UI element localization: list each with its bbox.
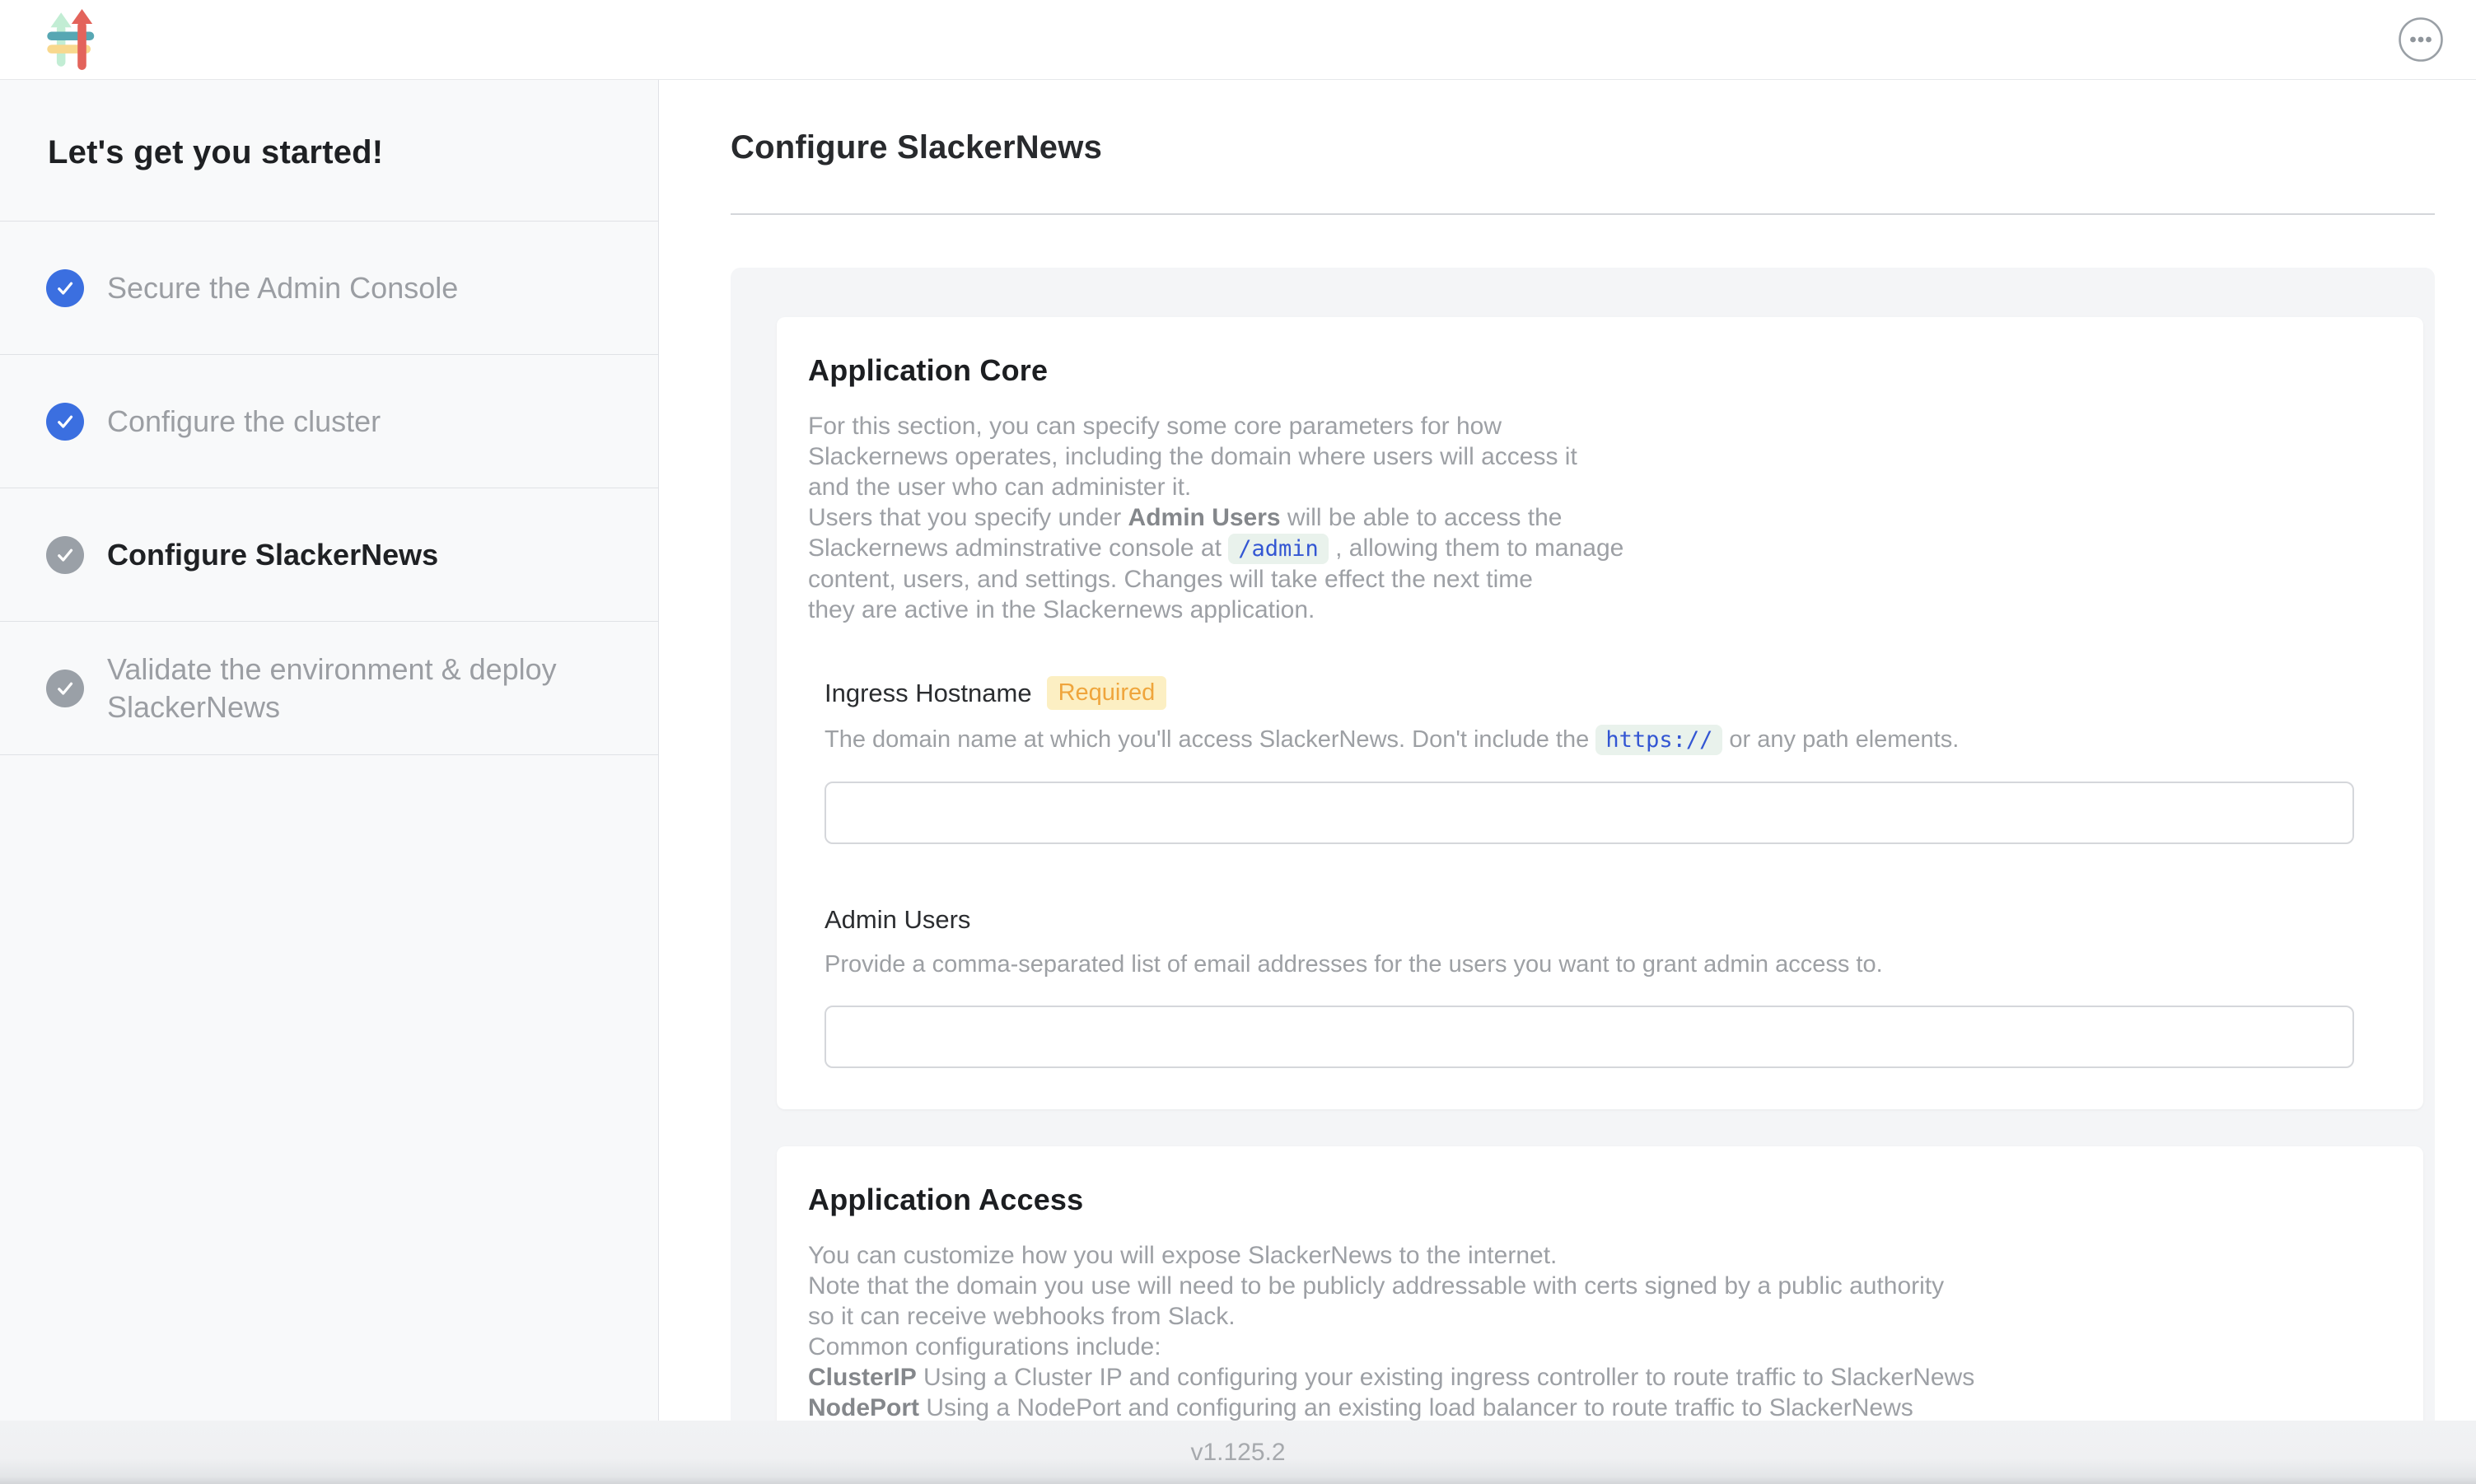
check-circle-icon — [46, 536, 84, 574]
overflow-menu-button[interactable] — [2397, 16, 2445, 63]
field-label-row: Admin Users — [825, 905, 2385, 935]
title-divider — [731, 213, 2435, 215]
ingress-hostname-input[interactable] — [825, 782, 2354, 844]
ingress-hostname-field-group: Ingress Hostname Required The domain nam… — [825, 676, 2385, 844]
step-label: Configure the cluster — [107, 403, 381, 441]
field-label-row: Ingress Hostname Required — [825, 676, 2385, 710]
check-circle-icon — [46, 269, 84, 307]
slackernews-logo-icon — [46, 7, 104, 72]
sidebar-title: Let's get you started! — [0, 80, 658, 222]
admin-users-field-group: Admin Users Provide a comma-separated li… — [825, 905, 2385, 1068]
card-description: For this section, you can specify some c… — [808, 411, 2385, 625]
config-panel: Application Core For this section, you c… — [731, 268, 2435, 1484]
card-title: Application Core — [808, 353, 2385, 388]
admin-users-input[interactable] — [825, 1006, 2354, 1068]
ellipsis-icon — [2398, 16, 2444, 63]
check-circle-icon — [46, 670, 84, 707]
step-label: Configure SlackerNews — [107, 536, 438, 574]
check-circle-icon — [46, 403, 84, 441]
field-label: Admin Users — [825, 905, 970, 935]
main-content: Configure SlackerNews Application Core F… — [659, 80, 2476, 1484]
setup-steps-sidebar: Let's get you started! Secure the Admin … — [0, 80, 659, 1484]
app-footer: v1.125.2 — [0, 1421, 2476, 1484]
field-label: Ingress Hostname — [825, 679, 1032, 708]
application-core-card: Application Core For this section, you c… — [777, 317, 2423, 1109]
page-title: Configure SlackerNews — [731, 129, 2435, 166]
sidebar-step-secure-admin-console[interactable]: Secure the Admin Console — [0, 222, 658, 355]
sidebar-step-configure-slackernews[interactable]: Configure SlackerNews — [0, 488, 658, 622]
step-label: Validate the environment & deploy Slacke… — [107, 651, 612, 726]
setup-wizard-page: Let's get you started! Secure the Admin … — [0, 0, 2476, 1484]
step-label: Secure the Admin Console — [107, 269, 458, 307]
app-header — [0, 0, 2476, 80]
sidebar-step-configure-cluster[interactable]: Configure the cluster — [0, 355, 658, 488]
version-label: v1.125.2 — [1190, 1439, 1285, 1467]
field-help-text: Provide a comma-separated list of email … — [825, 948, 2385, 981]
card-title: Application Access — [808, 1183, 2385, 1217]
required-badge: Required — [1047, 676, 1167, 710]
body-row: Let's get you started! Secure the Admin … — [0, 80, 2476, 1484]
field-help-text: The domain name at which you'll access S… — [825, 723, 2385, 757]
sidebar-step-validate-deploy[interactable]: Validate the environment & deploy Slacke… — [0, 622, 658, 755]
